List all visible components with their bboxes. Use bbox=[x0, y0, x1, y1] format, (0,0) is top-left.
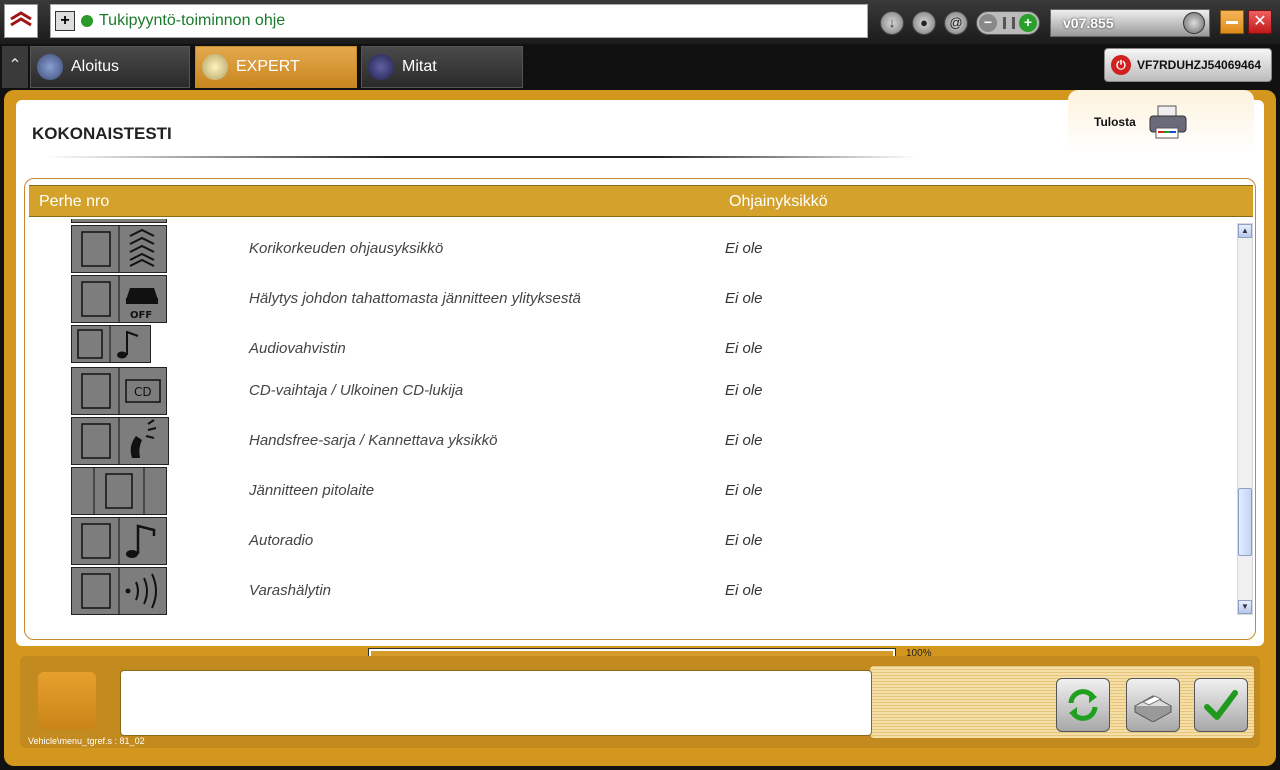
car-off-icon: OFF bbox=[71, 275, 167, 323]
row-name: Korikorkeuden ohjausyksikkö bbox=[249, 240, 444, 257]
bottom-panel: Vehicle\menu_tgref.s : 81_02 bbox=[20, 656, 1260, 748]
table-row[interactable]: Autoradio Ei ole bbox=[25, 517, 1225, 567]
minimize-button[interactable] bbox=[1220, 10, 1244, 34]
citroen-logo bbox=[4, 4, 38, 38]
voltage-holder-icon bbox=[71, 467, 167, 515]
table-row[interactable]: Jännitteen pitolaite Ei ole bbox=[25, 467, 1225, 517]
waveform-icon bbox=[368, 54, 394, 80]
help-title: Tukipyyntö-toiminnon ohje bbox=[99, 12, 286, 29]
row-name: Autoradio bbox=[249, 532, 314, 549]
tab-expert[interactable]: EXPERT bbox=[195, 46, 357, 88]
row-status: Ei ole bbox=[725, 432, 763, 449]
row-status: Ei ole bbox=[725, 240, 763, 257]
table-row[interactable]: Varashälytin Ei ole bbox=[25, 567, 1225, 615]
home-gauge-icon bbox=[37, 54, 63, 80]
row-status: Ei ole bbox=[725, 582, 763, 599]
table-body: Korikorkeuden ohjausyksikkö Ei ole OFF H… bbox=[25, 219, 1225, 615]
row-name: Audiovahvistin bbox=[249, 340, 346, 357]
handsfree-icon bbox=[71, 417, 169, 465]
row-name: Handsfree-sarja / Kannettava yksikkö bbox=[249, 432, 498, 449]
close-button[interactable]: ✕ bbox=[1248, 10, 1272, 34]
svg-text:CD: CD bbox=[134, 385, 152, 399]
volume-bars-icon bbox=[1003, 17, 1015, 29]
help-bar[interactable]: + Tukipyyntö-toiminnon ohje bbox=[50, 4, 868, 38]
row-name: Hälytys johdon tahattomasta jännitteen y… bbox=[249, 290, 581, 307]
volume-control[interactable]: − + bbox=[976, 11, 1040, 35]
main-frame: KOKONAISTESTI Tulosta Perhe nro Ohjainyk… bbox=[4, 90, 1276, 766]
svg-text:OFF: OFF bbox=[130, 310, 152, 321]
volume-plus-icon[interactable]: + bbox=[1019, 14, 1037, 32]
row-status: Ei ole bbox=[725, 382, 763, 399]
message-box bbox=[120, 670, 872, 736]
table-row[interactable]: Handsfree-sarja / Kannettava yksikkö Ei … bbox=[25, 417, 1225, 467]
column-header-family: Perhe nro bbox=[39, 193, 110, 210]
tab-expert-label: EXPERT bbox=[236, 58, 300, 75]
table-scrollbar[interactable]: ▲ ▼ bbox=[1237, 223, 1253, 615]
collapse-up-icon[interactable]: ⌃ bbox=[2, 46, 28, 88]
app-window: + Tukipyyntö-toiminnon ohje ↓ ● @ − + v0… bbox=[0, 0, 1280, 770]
table-row[interactable]: OFF Hälytys johdon tahattomasta jännitte… bbox=[25, 275, 1225, 325]
volume-minus-icon[interactable]: − bbox=[979, 14, 997, 32]
power-icon: ⏻ bbox=[1111, 55, 1131, 75]
row-name: Varashälytin bbox=[249, 582, 331, 599]
alarm-signal-icon bbox=[71, 567, 167, 615]
print-button[interactable]: Tulosta bbox=[1068, 90, 1254, 154]
table-row[interactable]: CD CD-vaihtaja / Ulkoinen CD-lukija Ei o… bbox=[25, 367, 1225, 417]
refresh-button[interactable] bbox=[1056, 678, 1110, 732]
refresh-arrows-icon bbox=[1068, 689, 1098, 721]
vehicle-path: Vehicle\menu_tgref.s : 81_02 bbox=[28, 736, 145, 746]
row-status: Ei ole bbox=[725, 340, 763, 357]
cd-icon: CD bbox=[71, 367, 167, 415]
tab-aloitus-label: Aloitus bbox=[71, 58, 120, 75]
vin-label: VF7RDUHZJ54069464 bbox=[1137, 58, 1262, 72]
row-status: Ei ole bbox=[725, 482, 763, 499]
tab-bar: ⌃ Aloitus EXPERT Mitat ⏻ VF7RDUHZJ540694… bbox=[0, 44, 1280, 90]
tab-mitat-label: Mitat bbox=[402, 58, 437, 75]
title-bar: + Tukipyyntö-toiminnon ohje ↓ ● @ − + v0… bbox=[0, 0, 1280, 44]
printer-icon bbox=[1149, 105, 1187, 139]
suspension-icon bbox=[71, 225, 167, 273]
confirm-button[interactable] bbox=[1194, 678, 1248, 732]
content-panel: KOKONAISTESTI Tulosta Perhe nro Ohjainyk… bbox=[16, 90, 1264, 664]
row-icon-partial bbox=[71, 219, 167, 223]
row-name: CD-vaihtaja / Ulkoinen CD-lukija bbox=[249, 382, 464, 399]
music-note-icon bbox=[71, 517, 167, 565]
table-row[interactable]: Korikorkeuden ohjausyksikkö Ei ole bbox=[25, 225, 1225, 275]
row-name: Jännitteen pitolaite bbox=[249, 482, 375, 499]
printer-gray-icon bbox=[1133, 695, 1173, 722]
magnifier-icon bbox=[202, 54, 228, 80]
table-row bbox=[25, 219, 1225, 223]
version-display: v07.855 bbox=[1050, 9, 1210, 37]
scroll-up-arrow-icon[interactable]: ▲ bbox=[1238, 224, 1252, 238]
column-header-unit: Ohjainyksikkö bbox=[729, 193, 828, 210]
vin-button[interactable]: ⏻ VF7RDUHZJ54069464 bbox=[1104, 48, 1272, 82]
scroll-down-arrow-icon[interactable]: ▼ bbox=[1238, 600, 1252, 614]
row-status: Ei ole bbox=[725, 290, 763, 307]
download-icon[interactable]: ↓ bbox=[880, 11, 904, 35]
print-action-button[interactable] bbox=[1126, 678, 1180, 732]
results-table: Perhe nro Ohjainyksikkö Korikorkeuden oh… bbox=[24, 178, 1256, 640]
user-icon[interactable]: ● bbox=[912, 11, 936, 35]
tab-mitat[interactable]: Mitat bbox=[361, 46, 523, 88]
at-sign-icon[interactable]: @ bbox=[944, 11, 968, 35]
print-label: Tulosta bbox=[1094, 115, 1136, 129]
version-label: v07.855 bbox=[1063, 15, 1114, 31]
citroen-chevrons-icon bbox=[10, 11, 32, 27]
scroll-thumb[interactable] bbox=[1238, 488, 1252, 556]
row-status: Ei ole bbox=[725, 532, 763, 549]
status-indicator bbox=[38, 672, 96, 730]
table-header: Perhe nro Ohjainyksikkö bbox=[29, 185, 1253, 217]
expand-plus-icon[interactable]: + bbox=[55, 11, 75, 31]
music-note-icon bbox=[71, 325, 151, 363]
page-title: KOKONAISTESTI bbox=[32, 124, 172, 143]
title-divider bbox=[46, 156, 916, 158]
status-dot-icon bbox=[81, 15, 93, 27]
version-knob-icon[interactable] bbox=[1183, 12, 1205, 34]
checkmark-icon bbox=[1204, 690, 1238, 720]
tab-aloitus[interactable]: Aloitus bbox=[30, 46, 190, 88]
